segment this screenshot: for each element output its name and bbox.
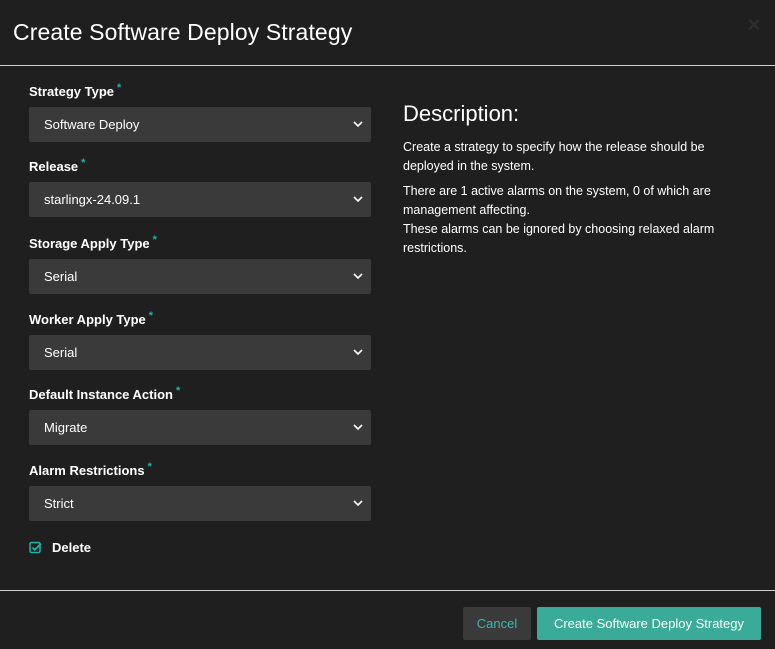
worker-apply-type-value: Serial: [44, 345, 78, 360]
alarm-summary-text: There are 1 active alarms on the system,…: [403, 184, 711, 217]
release-label: Release: [29, 159, 79, 174]
create-strategy-button[interactable]: Create Software Deploy Strategy: [537, 607, 761, 640]
modal-title: Create Software Deploy Strategy: [13, 19, 353, 45]
required-marker: *: [175, 385, 181, 397]
alarm-hint-text: These alarms can be ignored by choosing …: [403, 222, 715, 255]
checkbox-checked-icon: [29, 541, 42, 554]
alarm-restrictions-select[interactable]: Strict: [29, 486, 371, 521]
modal-header: Create Software Deploy Strategy ×: [0, 0, 775, 66]
modal-footer: Cancel Create Software Deploy Strategy: [0, 590, 775, 649]
alarm-restrictions-label: Alarm Restrictions: [29, 463, 145, 478]
strategy-type-label: Strategy Type: [29, 84, 115, 99]
required-marker: *: [117, 82, 122, 94]
delete-checkbox[interactable]: Delete: [29, 540, 229, 556]
release-select[interactable]: starlingx-24.09.1: [29, 182, 371, 217]
chevron-down-icon: [353, 349, 363, 356]
required-marker: *: [81, 157, 86, 169]
description-panel: Description: Create a strategy to specif…: [403, 100, 758, 264]
storage-apply-type-value: Serial: [44, 269, 78, 284]
alarm-restrictions-value: Strict: [44, 496, 74, 511]
worker-apply-type-select[interactable]: Serial: [29, 335, 371, 370]
worker-apply-type-label: Worker Apply Type: [29, 312, 146, 327]
storage-apply-type-label: Storage Apply Type: [29, 236, 150, 251]
default-instance-action-value: Migrate: [44, 420, 88, 435]
default-instance-action-select[interactable]: Migrate: [29, 410, 371, 445]
chevron-down-icon: [353, 500, 363, 507]
strategy-type-select[interactable]: Software Deploy: [29, 107, 371, 142]
delete-label: Delete: [52, 540, 92, 555]
required-marker: *: [147, 461, 152, 473]
chevron-down-icon: [353, 273, 363, 280]
required-marker: *: [148, 310, 154, 322]
chevron-down-icon: [353, 424, 363, 431]
description-text: Create a strategy to specify how the rel…: [403, 140, 705, 173]
storage-apply-type-select[interactable]: Serial: [29, 259, 371, 294]
strategy-type-value: Software Deploy: [44, 117, 140, 132]
default-instance-action-label: Default Instance Action: [29, 387, 173, 402]
required-marker: *: [152, 234, 157, 246]
release-value: starlingx-24.09.1: [44, 192, 141, 207]
description-heading: Description:: [403, 101, 520, 126]
chevron-down-icon: [353, 121, 363, 128]
cancel-button[interactable]: Cancel: [463, 607, 531, 640]
chevron-down-icon: [353, 196, 363, 203]
close-icon[interactable]: ×: [743, 14, 765, 36]
